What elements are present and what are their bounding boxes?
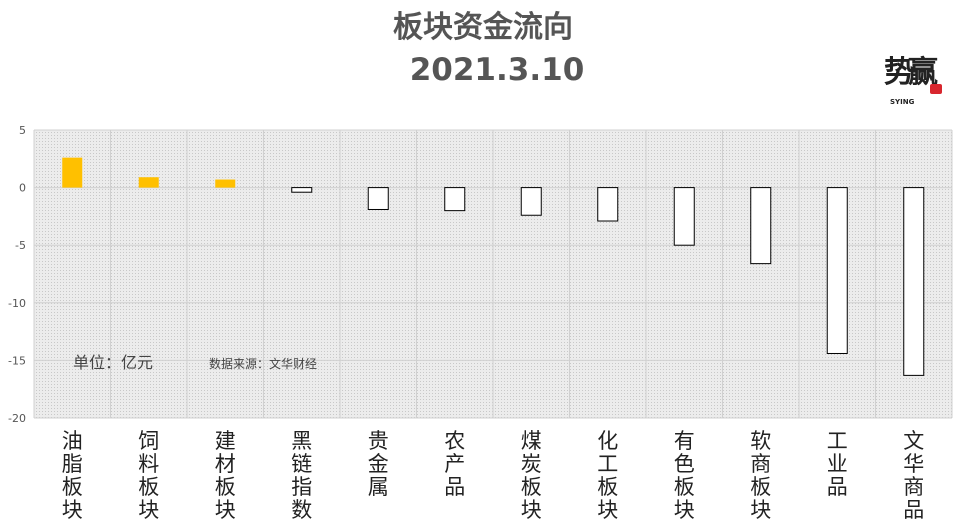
bar-3 (215, 179, 236, 188)
x-category-label: 贵金属 (368, 429, 389, 499)
unit-note: 单位：亿元 (73, 353, 153, 372)
bar-7 (520, 187, 542, 216)
x-category-label: 油脂板块 (62, 429, 83, 522)
bar-6 (444, 187, 466, 212)
x-category-label: 有色板块 (674, 429, 695, 522)
y-tick-label: 0 (19, 182, 26, 195)
x-category-label: 文华商品 (903, 429, 924, 522)
category-labels: 油脂板块 饲料板块 建材板块 黑链指数 贵金属 农产品 煤炭板块 化工板块 有色板块 软商板块 工业… (62, 429, 925, 522)
bar-2 (138, 177, 159, 188)
x-category-label: 黑链指数 (291, 429, 312, 522)
y-tick-label: 5 (19, 124, 26, 137)
x-category-label: 农产品 (444, 429, 465, 499)
bar-chart: 5 0 -5 -10 -15 -20 油脂板块 饲料板块 建材板块 黑链指数 贵金属 农产品 煤炭板块… (8, 124, 953, 522)
source-note: 数据来源：文华财经 (209, 356, 317, 371)
y-tick-label: -5 (15, 239, 26, 252)
bar-10 (750, 187, 772, 265)
bar-4 (291, 187, 313, 193)
bar-11 (826, 187, 848, 354)
bar-12 (903, 187, 925, 376)
bar-5 (367, 187, 389, 210)
bar-8 (597, 187, 619, 222)
x-category-label: 软商板块 (750, 429, 771, 522)
bar-9 (673, 187, 695, 246)
x-category-label: 煤炭板块 (521, 429, 542, 522)
y-tick-label: -10 (8, 297, 26, 310)
x-category-label: 建材板块 (215, 429, 236, 522)
bar-1 (62, 157, 83, 188)
y-tick-label: -20 (8, 412, 26, 425)
x-category-label: 工业品 (827, 429, 848, 499)
y-axis-ticks: 5 0 -5 -10 -15 -20 (8, 124, 26, 425)
x-category-label: 化工板块 (597, 429, 618, 522)
x-category-label: 饲料板块 (138, 429, 159, 522)
y-tick-label: -15 (8, 354, 26, 367)
